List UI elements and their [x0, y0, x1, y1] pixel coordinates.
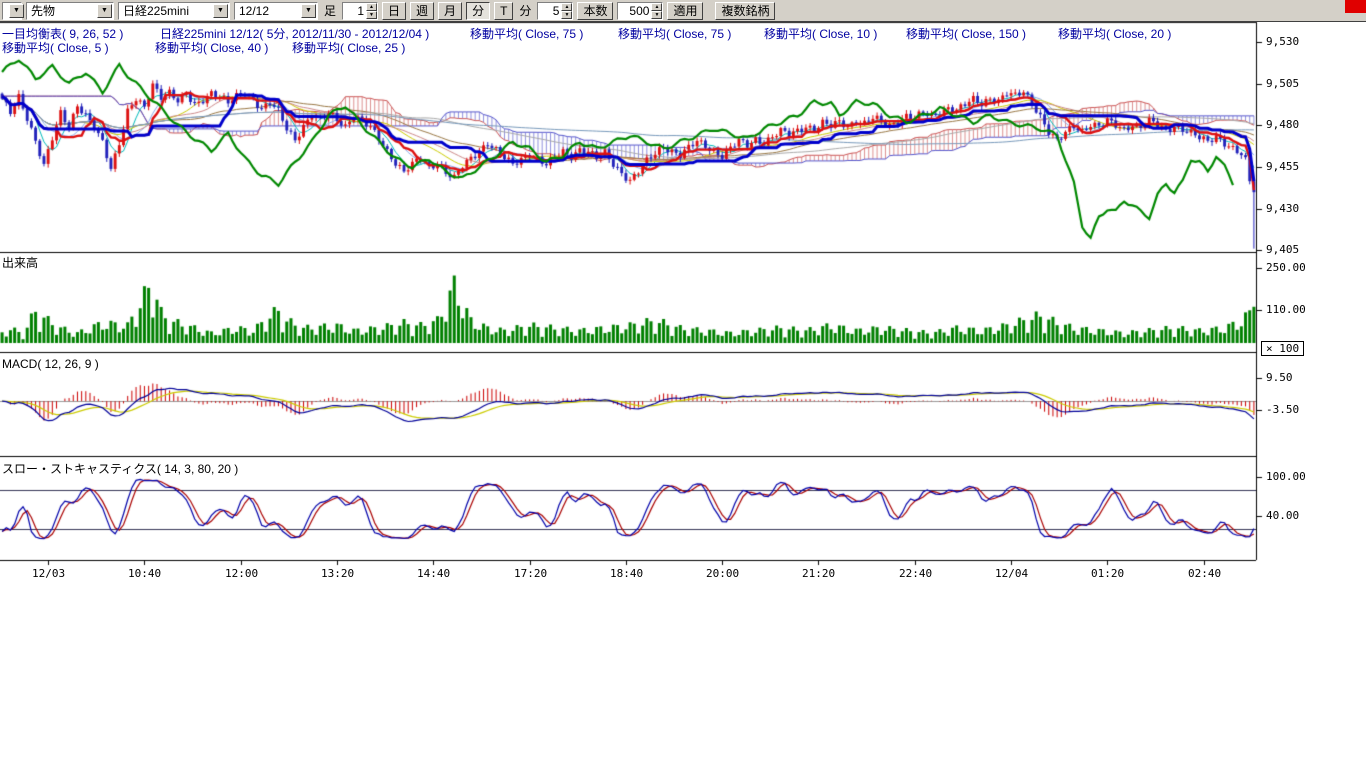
spinner-down-icon[interactable]: ▼: [651, 11, 662, 19]
count-spinner-value[interactable]: 500: [618, 3, 651, 19]
bar-count-button[interactable]: 本数: [577, 2, 613, 20]
bar-interval-spinner[interactable]: 5 ▲▼: [537, 2, 573, 20]
dropdown-arrow-icon[interactable]: ▼: [9, 4, 24, 18]
chart-canvas[interactable]: [0, 0, 1366, 600]
minute-label: 分: [517, 2, 533, 19]
symbol-dropdown[interactable]: 日経225mini ▼: [118, 2, 230, 20]
count-spinner[interactable]: 500 ▲▼: [617, 2, 663, 20]
symbol-dropdown-value: 日経225mini: [123, 2, 211, 19]
spinner-down-icon[interactable]: ▼: [366, 11, 377, 19]
spinner-down-icon[interactable]: ▼: [561, 11, 572, 19]
ashi-label: 足: [322, 2, 338, 19]
spinner-up-icon[interactable]: ▲: [561, 3, 572, 11]
bar-interval-spinner-value[interactable]: 5: [538, 3, 561, 19]
period-month-button[interactable]: 月: [438, 2, 462, 20]
toolbar: ▼ 先物 ▼ 日経225mini ▼ 12/12 ▼ 足 1 ▲▼ 日 週 月 …: [0, 0, 1366, 22]
spinner-up-icon[interactable]: ▲: [366, 3, 377, 11]
date-dropdown[interactable]: 12/12 ▼: [234, 2, 318, 20]
date-dropdown-value: 12/12: [239, 4, 299, 18]
instrument-dropdown-value: 先物: [31, 2, 95, 19]
multi-symbol-button[interactable]: 複数銘柄: [715, 2, 775, 20]
dropdown-arrow-icon[interactable]: ▼: [301, 4, 316, 18]
instrument-dropdown[interactable]: 先物 ▼: [26, 2, 114, 20]
period-minute-button[interactable]: 分: [466, 2, 490, 20]
period-tick-button[interactable]: T: [494, 2, 513, 20]
status-red-box: [1345, 0, 1366, 13]
interval-spinner-value[interactable]: 1: [343, 3, 366, 19]
chart-application-window: ▼ 先物 ▼ 日経225mini ▼ 12/12 ▼ 足 1 ▲▼ 日 週 月 …: [0, 0, 1366, 768]
apply-button[interactable]: 適用: [667, 2, 703, 20]
period-week-button[interactable]: 週: [410, 2, 434, 20]
period-day-button[interactable]: 日: [382, 2, 406, 20]
interval-spinner[interactable]: 1 ▲▼: [342, 2, 378, 20]
dropdown-arrow-icon[interactable]: ▼: [213, 4, 228, 18]
spinner-up-icon[interactable]: ▲: [651, 3, 662, 11]
mini-dropdown[interactable]: ▼: [2, 2, 22, 20]
dropdown-arrow-icon[interactable]: ▼: [97, 4, 112, 18]
